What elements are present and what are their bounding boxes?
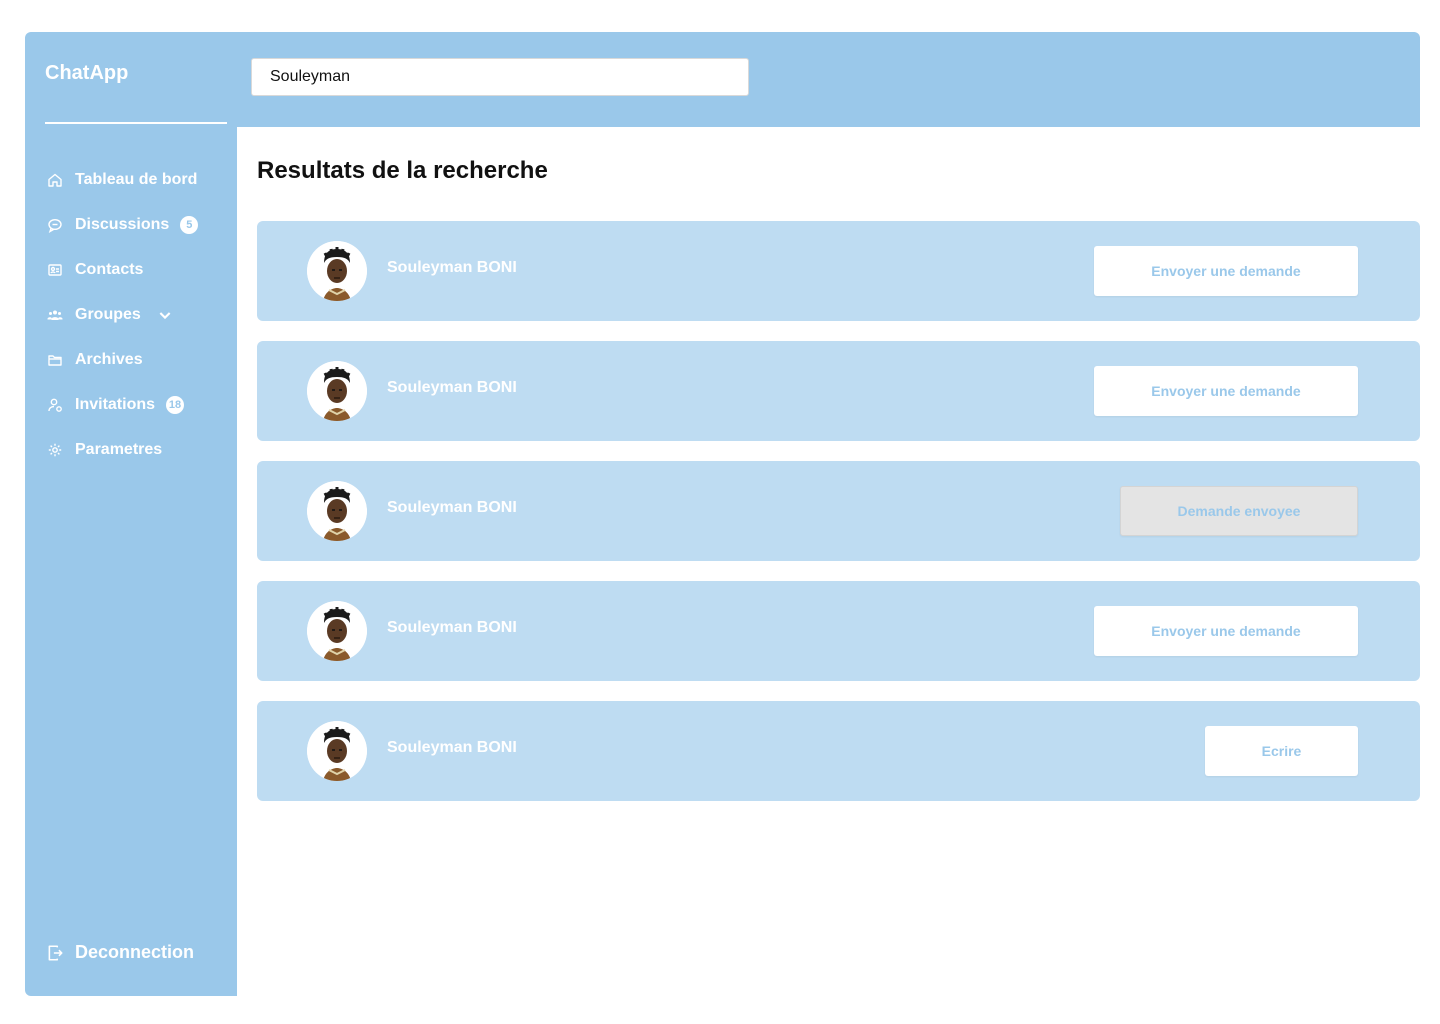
sidebar-item-tableau-de-bord[interactable]: Tableau de bord xyxy=(45,157,225,202)
send-request-button[interactable]: Envoyer une demande xyxy=(1094,606,1358,656)
contact-name: Souleyman BONI xyxy=(387,619,517,636)
logout-button[interactable]: Deconnection xyxy=(45,942,194,963)
gear-icon xyxy=(45,440,65,460)
contact-name: Souleyman BONI xyxy=(387,259,517,276)
contact-name: Souleyman BONI xyxy=(387,379,517,396)
sidebar-item-archives[interactable]: Archives xyxy=(45,337,225,382)
sidebar-nav: Tableau de bord Discussions 5 Contacts G… xyxy=(45,157,225,472)
sidebar-item-label: Archives xyxy=(75,350,143,368)
home-icon xyxy=(45,170,65,190)
user-add-icon xyxy=(45,395,65,415)
sidebar: ChatApp Tableau de bord Discussions 5 Co… xyxy=(25,32,237,996)
sidebar-item-groupes[interactable]: Groupes xyxy=(45,292,225,337)
avatar xyxy=(307,481,367,541)
sidebar-item-label: Parametres xyxy=(75,440,163,458)
contact-name: Souleyman BONI xyxy=(387,499,517,516)
sidebar-item-label: Contacts xyxy=(75,260,144,278)
chevron-down-icon[interactable] xyxy=(157,307,173,323)
sidebar-item-invitations[interactable]: Invitations 18 xyxy=(45,382,225,427)
result-row: Souleyman BONI Envoyer une demande xyxy=(257,341,1420,441)
result-row: Souleyman BONI Demande envoyee xyxy=(257,461,1420,561)
app-window: ChatApp Tableau de bord Discussions 5 Co… xyxy=(25,32,1420,996)
logo-divider xyxy=(45,122,227,124)
send-request-button[interactable]: Envoyer une demande xyxy=(1094,366,1358,416)
sidebar-item-label: Invitations xyxy=(75,395,156,413)
avatar xyxy=(307,241,367,301)
search-input[interactable] xyxy=(251,58,749,96)
contact-card-icon xyxy=(45,260,65,280)
logout-icon xyxy=(45,943,65,963)
unread-count-badge: 5 xyxy=(180,215,199,234)
avatar xyxy=(307,361,367,421)
sidebar-item-label: Tableau de bord xyxy=(75,170,198,188)
result-row: Souleyman BONI Ecrire xyxy=(257,701,1420,801)
chat-bubble-icon xyxy=(45,215,65,235)
top-bar xyxy=(237,32,1420,127)
users-icon xyxy=(45,305,65,325)
logout-label: Deconnection xyxy=(75,942,195,962)
result-row: Souleyman BONI Envoyer une demande xyxy=(257,221,1420,321)
app-logo: ChatApp xyxy=(45,62,129,84)
avatar xyxy=(307,601,367,661)
sidebar-item-label: Discussions xyxy=(75,215,170,233)
page-title: Resultats de la recherche xyxy=(257,157,548,184)
result-row: Souleyman BONI Envoyer une demande xyxy=(257,581,1420,681)
folder-icon xyxy=(45,350,65,370)
search-results-list: Souleyman BONI Envoyer une demande Soule… xyxy=(257,221,1420,821)
send-request-button[interactable]: Envoyer une demande xyxy=(1094,246,1358,296)
sidebar-item-label: Groupes xyxy=(75,305,141,323)
write-message-button[interactable]: Ecrire xyxy=(1205,726,1358,776)
request-sent-button[interactable]: Demande envoyee xyxy=(1120,486,1358,536)
avatar xyxy=(307,721,367,781)
contact-name: Souleyman BONI xyxy=(387,739,517,756)
sidebar-item-discussions[interactable]: Discussions 5 xyxy=(45,202,225,247)
invitations-count-badge: 18 xyxy=(166,395,185,414)
sidebar-item-contacts[interactable]: Contacts xyxy=(45,247,225,292)
sidebar-item-parametres[interactable]: Parametres xyxy=(45,427,225,472)
